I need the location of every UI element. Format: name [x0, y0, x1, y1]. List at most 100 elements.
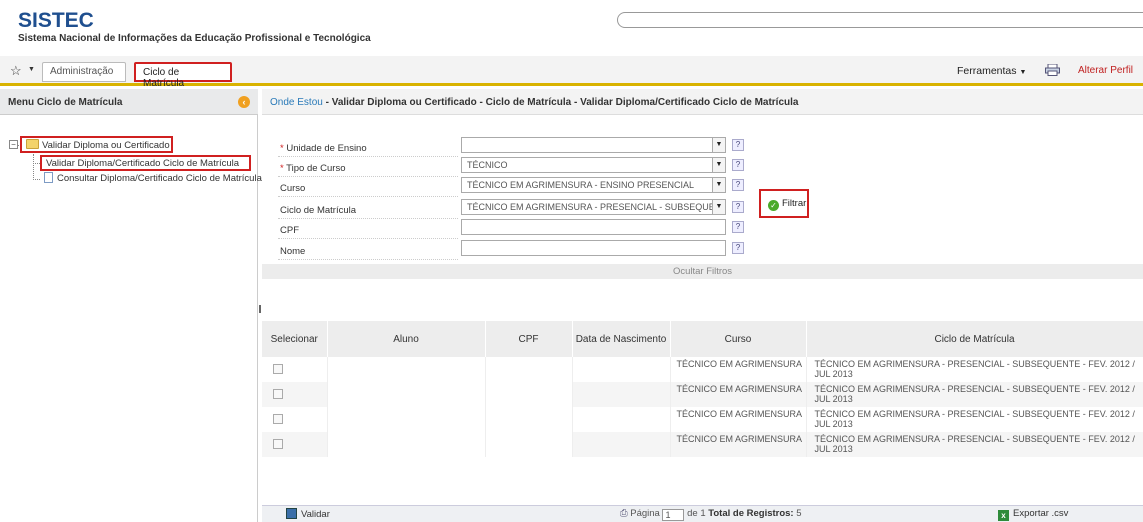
unidade-label: * Unidade de Ensino: [280, 143, 367, 154]
help-icon[interactable]: ?: [732, 242, 744, 254]
table-header-row: Selecionar Aluno CPF Data de Nascimento …: [262, 321, 1143, 357]
tree-item-validar-diploma[interactable]: Validar Diploma ou Certificado: [20, 136, 173, 153]
chevron-down-icon[interactable]: ▼: [28, 66, 35, 73]
search-input[interactable]: [617, 12, 1143, 28]
pagina-label: Página: [630, 508, 660, 519]
header: SISTEC Sistema Nacional de Informações d…: [0, 0, 1143, 56]
col-ciclo[interactable]: Ciclo de Matrícula: [806, 321, 1143, 357]
filtrar-label: Filtrar: [782, 198, 807, 209]
ciclo-cell: TÉCNICO EM AGRIMENSURA - PRESENCIAL - SU…: [806, 407, 1143, 432]
collapse-icon[interactable]: ‹: [238, 96, 250, 108]
excel-icon: x: [998, 510, 1009, 521]
exportar-label: Exportar .csv: [1013, 508, 1069, 519]
aluno-cell: [327, 357, 486, 382]
filtrar-button[interactable]: ✓ Filtrar: [759, 189, 809, 218]
unidade-select[interactable]: ▼: [461, 137, 726, 153]
col-aluno[interactable]: Aluno: [327, 321, 486, 357]
tree-expander[interactable]: −: [9, 140, 18, 149]
logo: SISTEC: [18, 9, 94, 32]
tipo-curso-select[interactable]: TÉCNICO ▼: [461, 157, 726, 173]
page-input[interactable]: 1: [662, 509, 685, 521]
table-row[interactable]: TÉCNICO EM AGRIMENSURA TÉCNICO EM AGRIME…: [262, 407, 1143, 432]
row-checkbox[interactable]: [273, 389, 283, 399]
tree-item-label: Validar Diploma ou Certificado: [42, 140, 170, 151]
ferramentas-label: Ferramentas: [957, 65, 1017, 77]
row-checkbox[interactable]: [273, 364, 283, 374]
curso-label: Curso: [280, 183, 306, 194]
printer-icon[interactable]: ⎙: [620, 508, 628, 519]
col-curso[interactable]: Curso: [670, 321, 807, 357]
table-footer: Validar ⎙ Página 1 de 1 Total de Registr…: [262, 505, 1143, 522]
help-icon[interactable]: ?: [732, 139, 744, 151]
app-subtitle: Sistema Nacional de Informações da Educa…: [18, 33, 371, 44]
tree-item-label: Consultar Diploma/Certificado Ciclo de M…: [57, 173, 262, 184]
col-selecionar[interactable]: Selecionar: [262, 321, 328, 357]
chevron-down-icon[interactable]: ▼: [712, 138, 725, 152]
ciclo-select[interactable]: TÉCNICO EM AGRIMENSURA - PRESENCIAL - SU…: [461, 199, 726, 215]
col-data-nascimento[interactable]: Data de Nascimento: [572, 321, 671, 357]
table-row[interactable]: TÉCNICO EM AGRIMENSURA TÉCNICO EM AGRIME…: [262, 432, 1143, 457]
cpf-cell: [485, 432, 573, 457]
tree-item-validar-diploma-ciclo[interactable]: Validar Diploma/Certificado Ciclo de Mat…: [40, 155, 251, 171]
nascimento-cell: [572, 382, 671, 407]
menu-bar: ☆ ▼ Administração Ciclo de Matrícula Fer…: [0, 56, 1143, 89]
sidebar: Menu Ciclo de Matrícula ‹ − Validar Dipl…: [0, 89, 262, 522]
ciclo-label: Ciclo de Matrícula: [280, 205, 357, 216]
ciclo-cell: TÉCNICO EM AGRIMENSURA - PRESENCIAL - SU…: [806, 382, 1143, 407]
help-icon[interactable]: ?: [732, 159, 744, 171]
ocultar-filtros-toggle[interactable]: Ocultar Filtros: [262, 264, 1143, 279]
curso-cell: TÉCNICO EM AGRIMENSURA: [670, 357, 807, 382]
breadcrumb: Onde Estou - Validar Diploma ou Certific…: [262, 89, 1143, 115]
cpf-cell: [485, 407, 573, 432]
tree-item-label: Validar Diploma/Certificado Ciclo de Mat…: [46, 158, 240, 169]
table-row[interactable]: TÉCNICO EM AGRIMENSURA TÉCNICO EM AGRIME…: [262, 382, 1143, 407]
folder-icon: [26, 139, 39, 149]
main-content: Onde Estou - Validar Diploma ou Certific…: [262, 89, 1143, 522]
breadcrumb-where[interactable]: Onde Estou: [270, 97, 323, 108]
curso-select[interactable]: TÉCNICO EM AGRIMENSURA - ENSINO PRESENCI…: [461, 177, 726, 193]
nome-label: Nome: [280, 246, 306, 257]
ciclo-cell: TÉCNICO EM AGRIMENSURA - PRESENCIAL - SU…: [806, 432, 1143, 457]
table-row[interactable]: TÉCNICO EM AGRIMENSURA TÉCNICO EM AGRIME…: [262, 357, 1143, 382]
total-value: 5: [796, 508, 802, 519]
curso-cell: TÉCNICO EM AGRIMENSURA: [670, 407, 807, 432]
validar-label: Validar: [301, 509, 330, 520]
curso-cell: TÉCNICO EM AGRIMENSURA: [670, 432, 807, 457]
splitter-handle[interactable]: [259, 305, 261, 313]
chevron-down-icon[interactable]: ▼: [712, 178, 725, 192]
aluno-cell: [327, 382, 486, 407]
sidebar-title: Menu Ciclo de Matrícula: [8, 97, 123, 108]
chevron-down-icon[interactable]: ▼: [712, 200, 725, 214]
cpf-input[interactable]: [461, 219, 726, 235]
exportar-csv-button[interactable]: x Exportar .csv: [998, 508, 1068, 521]
page-count: de 1: [687, 508, 706, 519]
col-cpf[interactable]: CPF: [485, 321, 573, 357]
tipo-label: * Tipo de Curso: [280, 163, 346, 174]
star-icon[interactable]: ☆: [10, 63, 22, 79]
ferramentas-menu[interactable]: Ferramentas ▼: [957, 65, 1026, 77]
help-icon[interactable]: ?: [732, 201, 744, 213]
printer-icon[interactable]: [1045, 64, 1060, 76]
check-icon: ✓: [768, 200, 779, 211]
breadcrumb-path: - Validar Diploma ou Certificado - Ciclo…: [322, 97, 799, 108]
tree-item-consultar-diploma-ciclo[interactable]: Consultar Diploma/Certificado Ciclo de M…: [40, 171, 266, 187]
nascimento-cell: [572, 357, 671, 382]
sidebar-header: Menu Ciclo de Matrícula ‹: [0, 89, 258, 115]
alterar-perfil-link[interactable]: Alterar Perfil: [1078, 65, 1133, 76]
help-icon[interactable]: ?: [732, 179, 744, 191]
save-icon: [286, 508, 297, 519]
help-icon[interactable]: ?: [732, 221, 744, 233]
cpf-cell: [485, 357, 573, 382]
cpf-label: CPF: [280, 225, 299, 236]
tab-ciclo-de-matricula[interactable]: Ciclo de Matrícula: [134, 62, 232, 89]
chevron-down-icon[interactable]: ▼: [712, 158, 725, 172]
row-checkbox[interactable]: [273, 414, 283, 424]
total-label: Total de Registros:: [708, 508, 794, 519]
tab-administracao[interactable]: Administração: [42, 62, 126, 82]
aluno-cell: [327, 407, 486, 432]
chevron-down-icon: ▼: [1019, 69, 1027, 76]
nome-input[interactable]: [461, 240, 726, 256]
validar-button[interactable]: Validar: [286, 508, 330, 520]
pager: ⎙ Página 1 de 1 Total de Registros: 5: [620, 508, 802, 521]
row-checkbox[interactable]: [273, 439, 283, 449]
